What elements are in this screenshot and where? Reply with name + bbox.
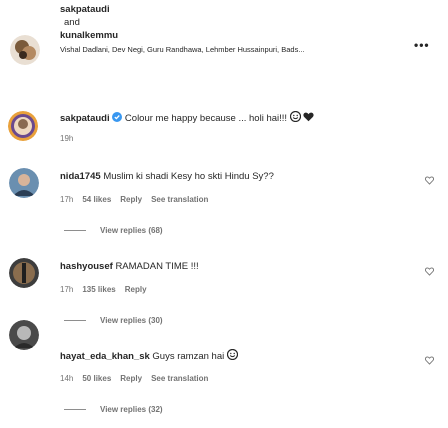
caption-text: Colour me happy because ... holi hai!!! bbox=[124, 113, 288, 125]
caption-username[interactable]: sakpataudi bbox=[60, 113, 110, 124]
avatar-hayat_eda_khan_sk[interactable] bbox=[9, 320, 39, 350]
comment-2-time: 17h bbox=[60, 285, 74, 294]
comment-3-reply-button[interactable]: Reply bbox=[120, 374, 142, 383]
comment-1-row: nida1745 Muslim ki shadi Kesy ho skti Hi… bbox=[60, 171, 274, 183]
comment-3-username[interactable]: hayat_eda_khan_sk bbox=[60, 351, 150, 362]
comment-2-likes[interactable]: 135 likes bbox=[82, 285, 115, 294]
comment-1-meta: 17h 54 likes Reply See translation bbox=[60, 195, 208, 204]
comment-2-view-replies-label[interactable]: View replies (30) bbox=[100, 316, 163, 325]
comment-3-view-replies-label[interactable]: View replies (32) bbox=[100, 405, 163, 414]
comment-1-like-heart-icon[interactable] bbox=[425, 176, 434, 185]
divider-line bbox=[64, 230, 86, 231]
verified-badge-icon bbox=[112, 111, 123, 126]
comment-2-username[interactable]: hashyousef bbox=[60, 261, 113, 272]
comment-2-text: RAMADAN TIME !!! bbox=[115, 261, 199, 272]
comment-3-translate-button[interactable]: See translation bbox=[151, 374, 208, 383]
comment-3-row: hayat_eda_khan_sk Guys ramzan hai bbox=[60, 348, 238, 364]
comment-3-time: 14h bbox=[60, 374, 74, 383]
comment-1-time: 17h bbox=[60, 195, 74, 204]
divider-line bbox=[64, 320, 86, 321]
comment-3-like-heart-icon[interactable] bbox=[425, 356, 434, 365]
comment-3-text: Guys ramzan hai bbox=[152, 351, 225, 363]
comment-1-username[interactable]: nida1745 bbox=[60, 171, 101, 182]
divider-line bbox=[64, 409, 86, 410]
comment-1-view-replies-label[interactable]: View replies (68) bbox=[100, 226, 163, 235]
avatar-nida1745[interactable] bbox=[9, 168, 39, 198]
header-username-1[interactable]: sakpataudi bbox=[60, 4, 110, 16]
grin-emoji-icon bbox=[289, 110, 301, 126]
comment-3-likes[interactable]: 50 likes bbox=[82, 374, 111, 383]
comment-1-text: Muslim ki shadi Kesy ho skti Hindu Sy?? bbox=[103, 171, 274, 182]
comment-3-view-replies[interactable]: View replies (32) bbox=[64, 405, 163, 414]
avatar-sakpataudi-header[interactable] bbox=[10, 35, 40, 65]
more-options-icon[interactable]: ••• bbox=[414, 38, 430, 52]
comment-2-meta: 17h 135 likes Reply bbox=[60, 285, 147, 294]
comment-2-reply-button[interactable]: Reply bbox=[125, 285, 147, 294]
comment-3-meta: 14h 50 likes Reply See translation bbox=[60, 374, 208, 383]
header-username-2[interactable]: kunalkemmu bbox=[60, 30, 118, 42]
avatar-sakpataudi-caption[interactable] bbox=[8, 111, 38, 141]
comment-1-view-replies[interactable]: View replies (68) bbox=[64, 226, 163, 235]
header-and-text: and bbox=[64, 17, 80, 28]
comment-2-view-replies[interactable]: View replies (30) bbox=[64, 316, 163, 325]
red-heart-icon bbox=[303, 112, 314, 126]
comment-1-reply-button[interactable]: Reply bbox=[120, 195, 142, 204]
tagged-users[interactable]: Vishal Dadlani, Dev Negi, Guru Randhawa,… bbox=[60, 45, 305, 54]
comment-1-translate-button[interactable]: See translation bbox=[151, 195, 208, 204]
comment-2-row: hashyousef RAMADAN TIME !!! bbox=[60, 261, 199, 273]
grin-emoji-icon bbox=[226, 348, 238, 364]
caption-time: 19h bbox=[60, 134, 74, 143]
caption-row: sakpataudi Colour me happy because ... h… bbox=[60, 110, 314, 126]
avatar-hashyousef[interactable] bbox=[9, 258, 39, 288]
comment-1-likes[interactable]: 54 likes bbox=[82, 195, 111, 204]
comment-2-like-heart-icon[interactable] bbox=[425, 267, 434, 276]
